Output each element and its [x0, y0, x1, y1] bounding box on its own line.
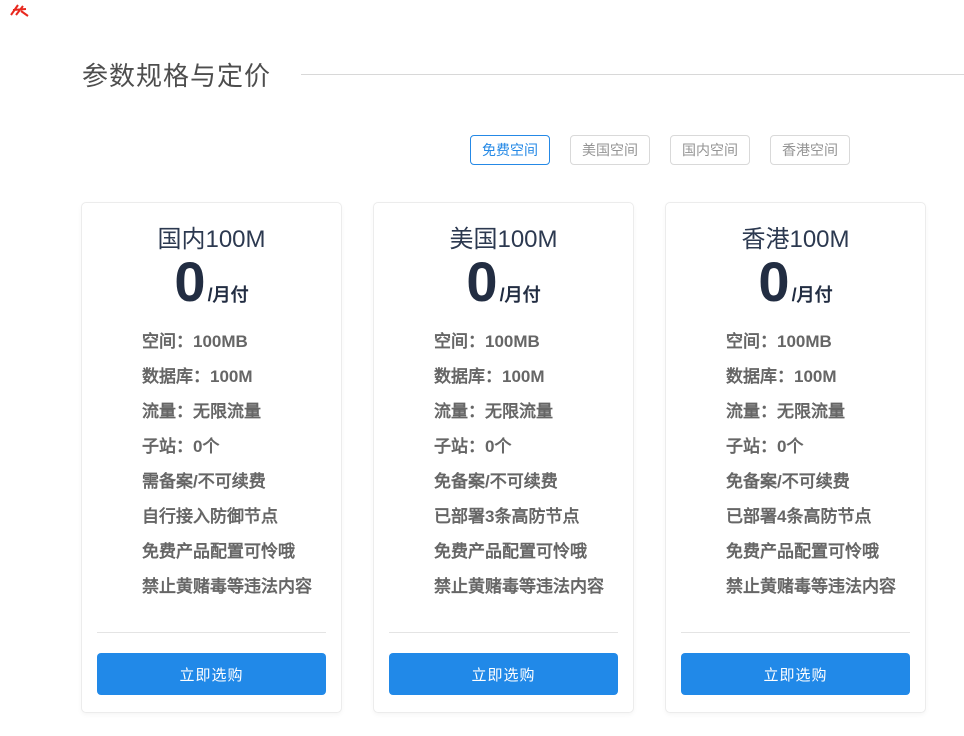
- feature-item: 流量：无限流量: [142, 394, 341, 429]
- feature-item: 自行接入防御节点: [142, 499, 341, 534]
- tab-free-space[interactable]: 免费空间: [470, 135, 550, 165]
- feature-item: 子站：0个: [142, 429, 341, 464]
- feature-item: 流量：无限流量: [434, 394, 633, 429]
- plan-filter-tabs: 免费空间 美国空间 国内空间 香港空间: [470, 135, 850, 165]
- price-period: /月付: [208, 285, 249, 305]
- tab-hk-space[interactable]: 香港空间: [770, 135, 850, 165]
- feature-item: 数据库：100M: [726, 359, 925, 394]
- card-divider: [681, 632, 910, 633]
- price-period: /月付: [500, 285, 541, 305]
- buy-now-button[interactable]: 立即选购: [681, 653, 910, 695]
- price-period: /月付: [792, 285, 833, 305]
- feature-item: 禁止黄赌毒等违法内容: [726, 569, 925, 604]
- buy-now-button[interactable]: 立即选购: [389, 653, 618, 695]
- tab-cn-space[interactable]: 国内空间: [670, 135, 750, 165]
- card-divider: [389, 632, 618, 633]
- buy-now-button[interactable]: 立即选购: [97, 653, 326, 695]
- red-scribble-artifact: [8, 3, 32, 19]
- feature-item: 数据库：100M: [434, 359, 633, 394]
- pricing-cards-row: 国内100M 0/月付 空间：100MB 数据库：100M 流量：无限流量 子站…: [81, 202, 926, 713]
- section-heading: 参数规格与定价: [82, 56, 964, 93]
- feature-item: 禁止黄赌毒等违法内容: [142, 569, 341, 604]
- plan-title: 国内100M: [82, 219, 341, 254]
- feature-item: 免费产品配置可怜哦: [726, 534, 925, 569]
- feature-list: 空间：100MB 数据库：100M 流量：无限流量 子站：0个 免备案/不可续费…: [374, 324, 633, 604]
- feature-item: 空间：100MB: [434, 324, 633, 359]
- plan-price: 0/月付: [374, 254, 633, 310]
- feature-item: 已部署4条高防节点: [726, 499, 925, 534]
- pricing-card-cn: 国内100M 0/月付 空间：100MB 数据库：100M 流量：无限流量 子站…: [81, 202, 342, 713]
- feature-item: 子站：0个: [434, 429, 633, 464]
- price-value: 0: [466, 250, 497, 313]
- tab-us-space[interactable]: 美国空间: [570, 135, 650, 165]
- feature-item: 已部署3条高防节点: [434, 499, 633, 534]
- plan-price: 0/月付: [82, 254, 341, 310]
- feature-item: 需备案/不可续费: [142, 464, 341, 499]
- feature-list: 空间：100MB 数据库：100M 流量：无限流量 子站：0个 需备案/不可续费…: [82, 324, 341, 604]
- pricing-card-us: 美国100M 0/月付 空间：100MB 数据库：100M 流量：无限流量 子站…: [373, 202, 634, 713]
- plan-price: 0/月付: [666, 254, 925, 310]
- heading-divider-line: [301, 74, 964, 75]
- feature-item: 免备案/不可续费: [434, 464, 633, 499]
- feature-list: 空间：100MB 数据库：100M 流量：无限流量 子站：0个 免备案/不可续费…: [666, 324, 925, 604]
- feature-item: 免费产品配置可怜哦: [142, 534, 341, 569]
- pricing-card-hk: 香港100M 0/月付 空间：100MB 数据库：100M 流量：无限流量 子站…: [665, 202, 926, 713]
- plan-title: 美国100M: [374, 219, 633, 254]
- feature-item: 免备案/不可续费: [726, 464, 925, 499]
- feature-item: 空间：100MB: [142, 324, 341, 359]
- card-divider: [97, 632, 326, 633]
- price-value: 0: [174, 250, 205, 313]
- feature-item: 流量：无限流量: [726, 394, 925, 429]
- feature-item: 子站：0个: [726, 429, 925, 464]
- feature-item: 免费产品配置可怜哦: [434, 534, 633, 569]
- feature-item: 数据库：100M: [142, 359, 341, 394]
- pricing-page: 参数规格与定价 免费空间 美国空间 国内空间 香港空间 国内100M 0/月付 …: [0, 0, 964, 736]
- feature-item: 空间：100MB: [726, 324, 925, 359]
- feature-item: 禁止黄赌毒等违法内容: [434, 569, 633, 604]
- plan-title: 香港100M: [666, 219, 925, 254]
- page-title: 参数规格与定价: [82, 56, 271, 93]
- price-value: 0: [758, 250, 789, 313]
